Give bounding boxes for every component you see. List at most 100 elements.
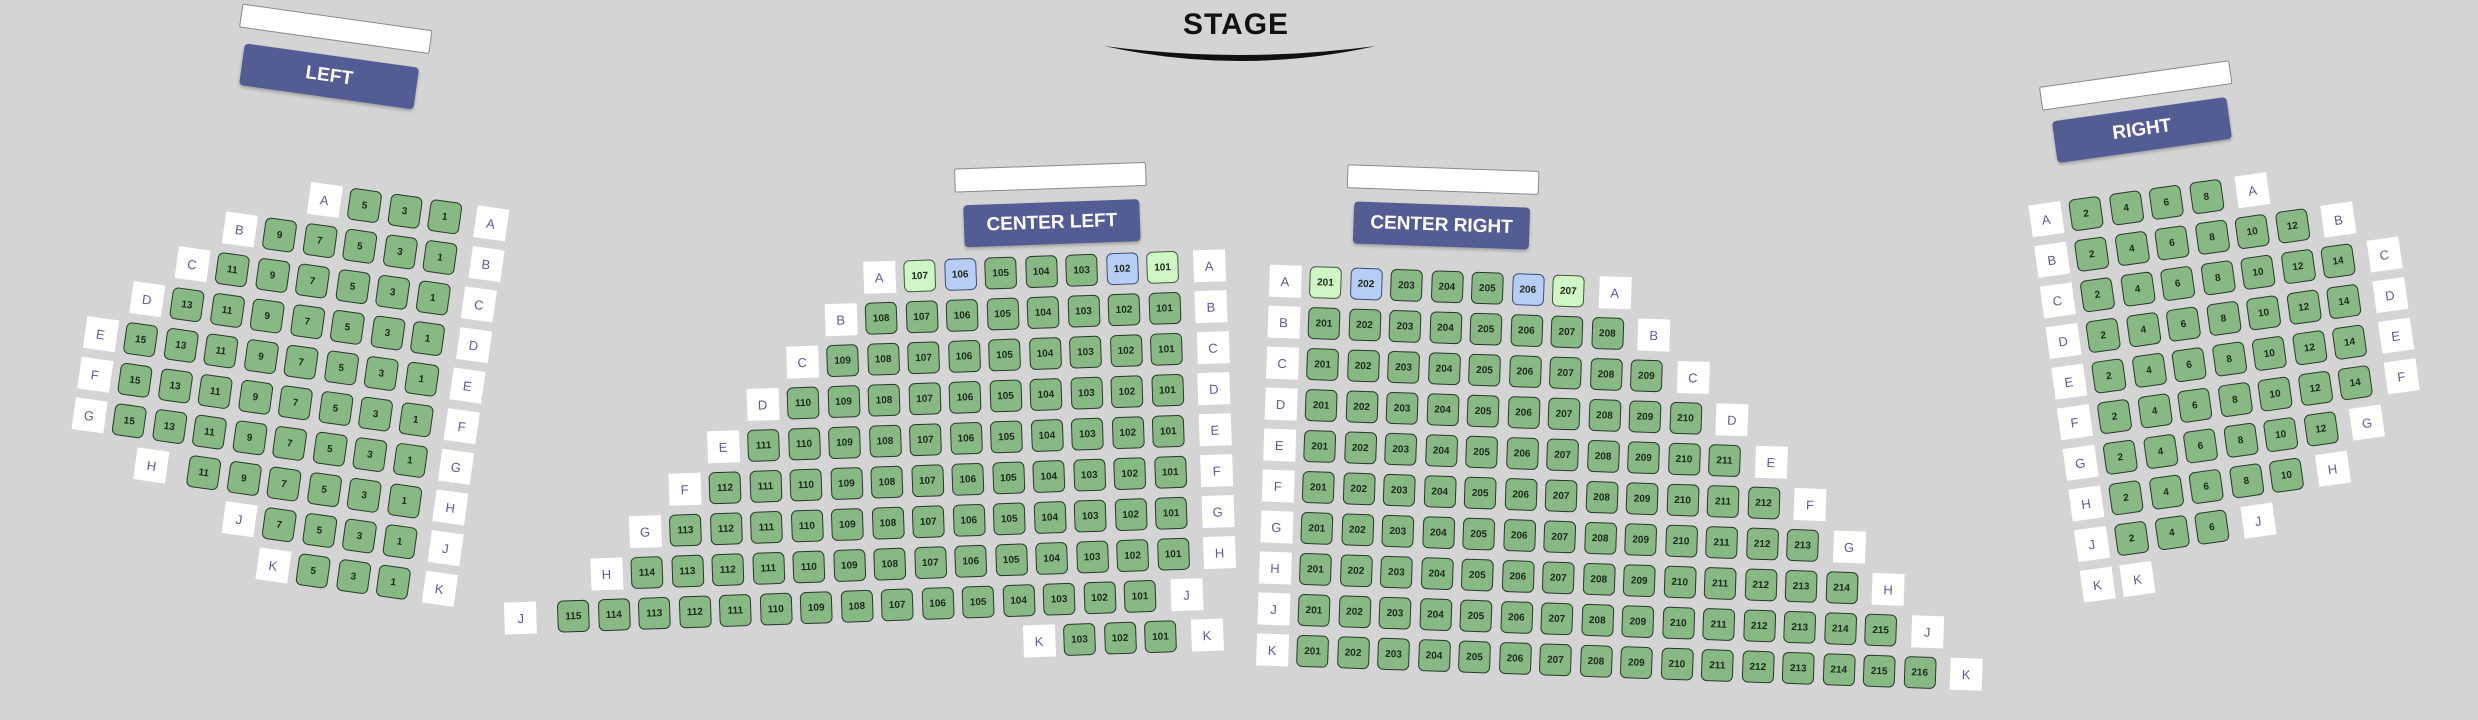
seat[interactable]: 208 [1590,316,1624,350]
seat[interactable]: 15 [116,362,154,399]
seat[interactable]: 3 [363,355,400,392]
seat[interactable]: 15 [122,321,159,358]
seat[interactable]: 201 [1307,306,1341,341]
seat[interactable]: 201 [1297,593,1331,627]
seat[interactable]: 208 [1586,439,1620,473]
seat[interactable]: 202 [1345,390,1379,424]
seat[interactable]: 1 [409,320,446,357]
seat[interactable]: 104 [1026,296,1060,330]
seat[interactable]: 103 [1072,458,1106,492]
seat[interactable]: 1 [426,198,463,235]
seat[interactable]: 10 [2262,416,2299,453]
seat[interactable]: 108 [871,506,905,540]
seat[interactable]: 9 [237,379,274,416]
seat[interactable]: 10 [2245,294,2282,331]
seat[interactable]: 205 [1470,271,1504,305]
seat[interactable]: 109 [829,467,863,501]
seat[interactable]: 112 [678,595,712,629]
seat[interactable]: 112 [708,471,742,505]
seat[interactable]: 14 [2320,242,2357,280]
seat[interactable]: 108 [866,342,900,376]
seat[interactable]: 5 [341,228,378,265]
seat[interactable]: 4 [2113,230,2150,267]
seat[interactable]: 8 [2228,462,2265,499]
seat[interactable]: 107 [908,423,942,457]
seat[interactable]: 5 [334,268,371,305]
seat[interactable]: 202 [1342,472,1376,506]
seat[interactable]: 105 [989,420,1023,454]
seat[interactable]: 105 [984,256,1018,290]
seat[interactable]: 103 [1068,335,1103,369]
seat[interactable]: 203 [1385,391,1419,425]
seat[interactable]: 106 [954,544,988,578]
seat[interactable]: 9 [231,419,268,456]
seat[interactable]: 205 [1463,476,1497,510]
seat[interactable]: 207 [1544,479,1578,513]
seat[interactable]: 106 [951,462,985,496]
seat[interactable]: 5 [346,187,383,224]
seat[interactable]: 13 [162,327,199,364]
seat[interactable]: 111 [718,593,752,628]
seat[interactable]: 107 [910,464,944,498]
seat[interactable]: 8 [2199,259,2236,296]
seat[interactable]: 111 [746,428,781,462]
seat[interactable]: 206 [1506,395,1541,430]
seat[interactable]: 111 [749,510,783,544]
seat[interactable]: 102 [1113,457,1147,491]
seat[interactable]: 105 [987,338,1022,372]
seat[interactable]: 101 [1149,332,1183,366]
seat[interactable]: 103 [1073,499,1107,533]
seat[interactable]: 106 [952,503,986,537]
seat[interactable]: 112 [711,553,745,587]
seat[interactable]: 3 [374,274,411,311]
seat[interactable]: 102 [1105,252,1139,286]
seat[interactable]: 210 [1661,606,1695,640]
seat[interactable]: 5 [301,512,338,549]
seat[interactable]: 103 [1065,253,1099,287]
seat[interactable]: 207 [1543,520,1577,554]
seat[interactable]: 206 [1502,518,1536,553]
seat[interactable]: 204 [1428,311,1462,345]
seat[interactable]: 206 [1504,477,1538,512]
seat[interactable]: 3 [357,396,394,433]
seat[interactable]: 201 [1298,552,1332,586]
seat[interactable]: 108 [867,383,901,417]
seat[interactable]: 209 [1628,400,1662,434]
seat[interactable]: 213 [1786,528,1820,562]
seat[interactable]: 208 [1582,562,1616,596]
seat[interactable]: 2 [2085,317,2122,354]
seat[interactable]: 210 [1666,483,1700,517]
seat[interactable]: 204 [1420,557,1454,591]
seat[interactable]: 101 [1156,537,1190,571]
seat[interactable]: 14 [2337,364,2374,401]
seat[interactable]: 208 [1580,603,1614,637]
seat[interactable]: 208 [1589,357,1623,391]
seat[interactable]: 209 [1619,646,1653,680]
seat[interactable]: 108 [870,465,904,499]
seat[interactable]: 206 [1498,641,1532,675]
seat[interactable]: 11 [197,373,234,410]
seat[interactable]: 3 [346,477,383,514]
seat[interactable]: 215 [1862,654,1896,688]
seat[interactable]: 211 [1703,566,1737,601]
seat[interactable]: 5 [323,349,360,386]
seat[interactable]: 109 [830,508,864,542]
seat[interactable]: 202 [1346,349,1380,383]
seat[interactable]: 206 [1501,559,1535,593]
seat[interactable]: 204 [1427,352,1461,386]
seat[interactable]: 210 [1668,401,1702,435]
seat[interactable]: 114 [630,556,664,590]
seat[interactable]: 203 [1382,473,1416,507]
seat[interactable]: 3 [351,436,388,473]
seat[interactable]: 4 [2148,474,2185,511]
seat[interactable]: 205 [1466,394,1500,428]
seat[interactable]: 102 [1110,375,1144,409]
seat[interactable]: 104 [1029,377,1063,412]
seat[interactable]: 12 [2279,248,2317,285]
seat[interactable]: 205 [1469,312,1503,346]
seat[interactable]: 110 [789,468,823,502]
seat[interactable]: 207 [1548,356,1582,390]
seat[interactable]: 202 [1343,431,1377,465]
seat[interactable]: 206 [1505,436,1539,471]
seat[interactable]: 106 [921,586,955,620]
